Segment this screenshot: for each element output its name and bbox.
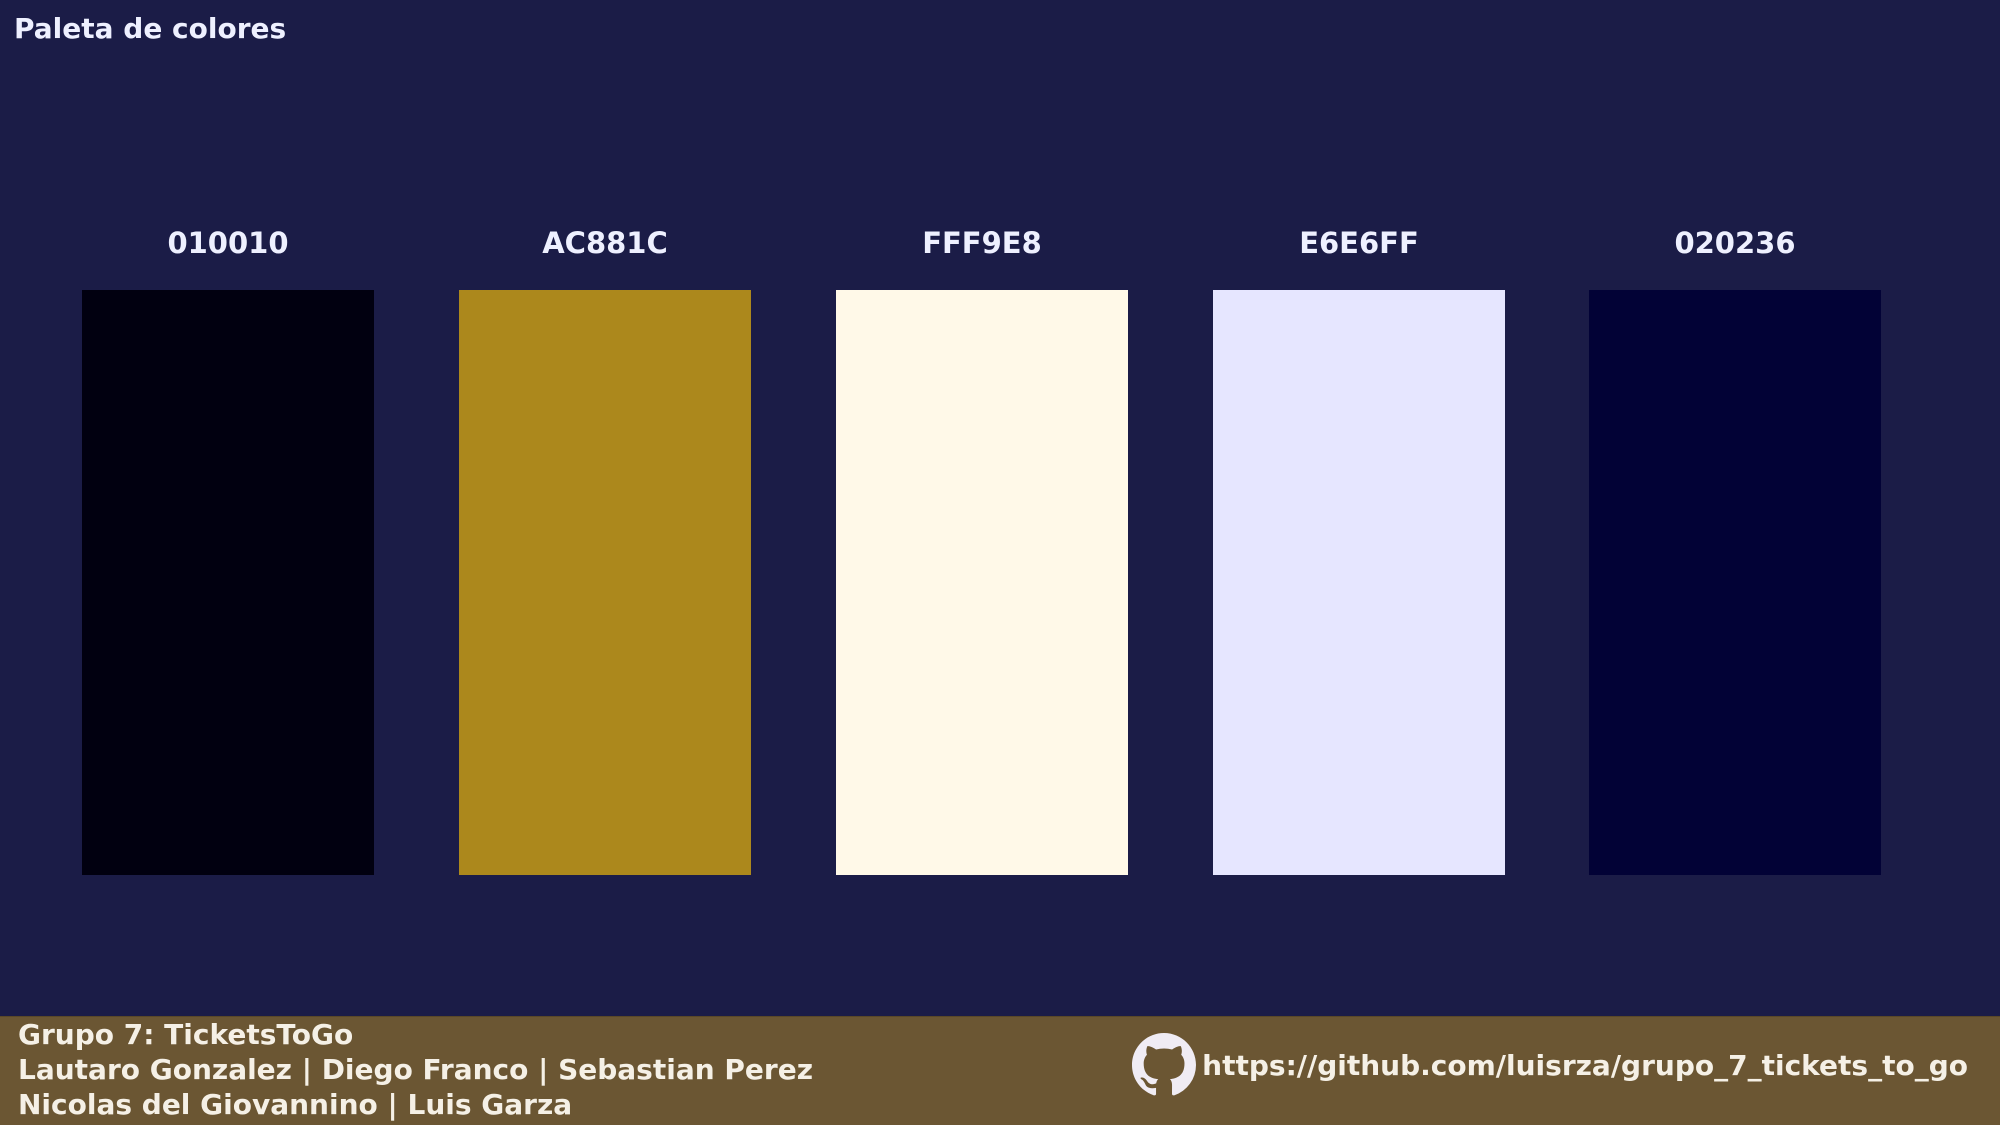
swatch-color-box bbox=[836, 290, 1128, 875]
color-palette: 010010 AC881C FFF9E8 E6E6FF 020236 bbox=[0, 0, 2000, 1016]
github-icon bbox=[1132, 1033, 1197, 1097]
repo-link-group[interactable]: https://github.com/luisrza/grupo_7_ticke… bbox=[1132, 1033, 1968, 1097]
footer: Grupo 7: TicketsToGo Lautaro Gonzalez | … bbox=[0, 1016, 2000, 1125]
swatch-label: E6E6FF bbox=[1299, 226, 1419, 260]
group-name: Grupo 7: TicketsToGo bbox=[18, 1018, 354, 1051]
swatch-color-box bbox=[459, 290, 751, 875]
swatch-label: AC881C bbox=[542, 226, 668, 260]
swatch-label: 010010 bbox=[167, 226, 289, 260]
members-line: Nicolas del Giovannino | Luis Garza bbox=[18, 1088, 573, 1121]
swatch-label: FFF9E8 bbox=[922, 226, 1042, 260]
swatch-label: 020236 bbox=[1674, 226, 1796, 260]
credits: Grupo 7: TicketsToGo Lautaro Gonzalez | … bbox=[18, 1017, 813, 1122]
members-line: Lautaro Gonzalez | Diego Franco | Sebast… bbox=[18, 1053, 814, 1086]
swatch-color-box bbox=[1213, 290, 1505, 875]
swatch-color-box bbox=[1589, 290, 1881, 875]
swatch-color-box bbox=[82, 290, 374, 875]
repo-url-link[interactable]: https://github.com/luisrza/grupo_7_ticke… bbox=[1202, 1049, 1968, 1082]
